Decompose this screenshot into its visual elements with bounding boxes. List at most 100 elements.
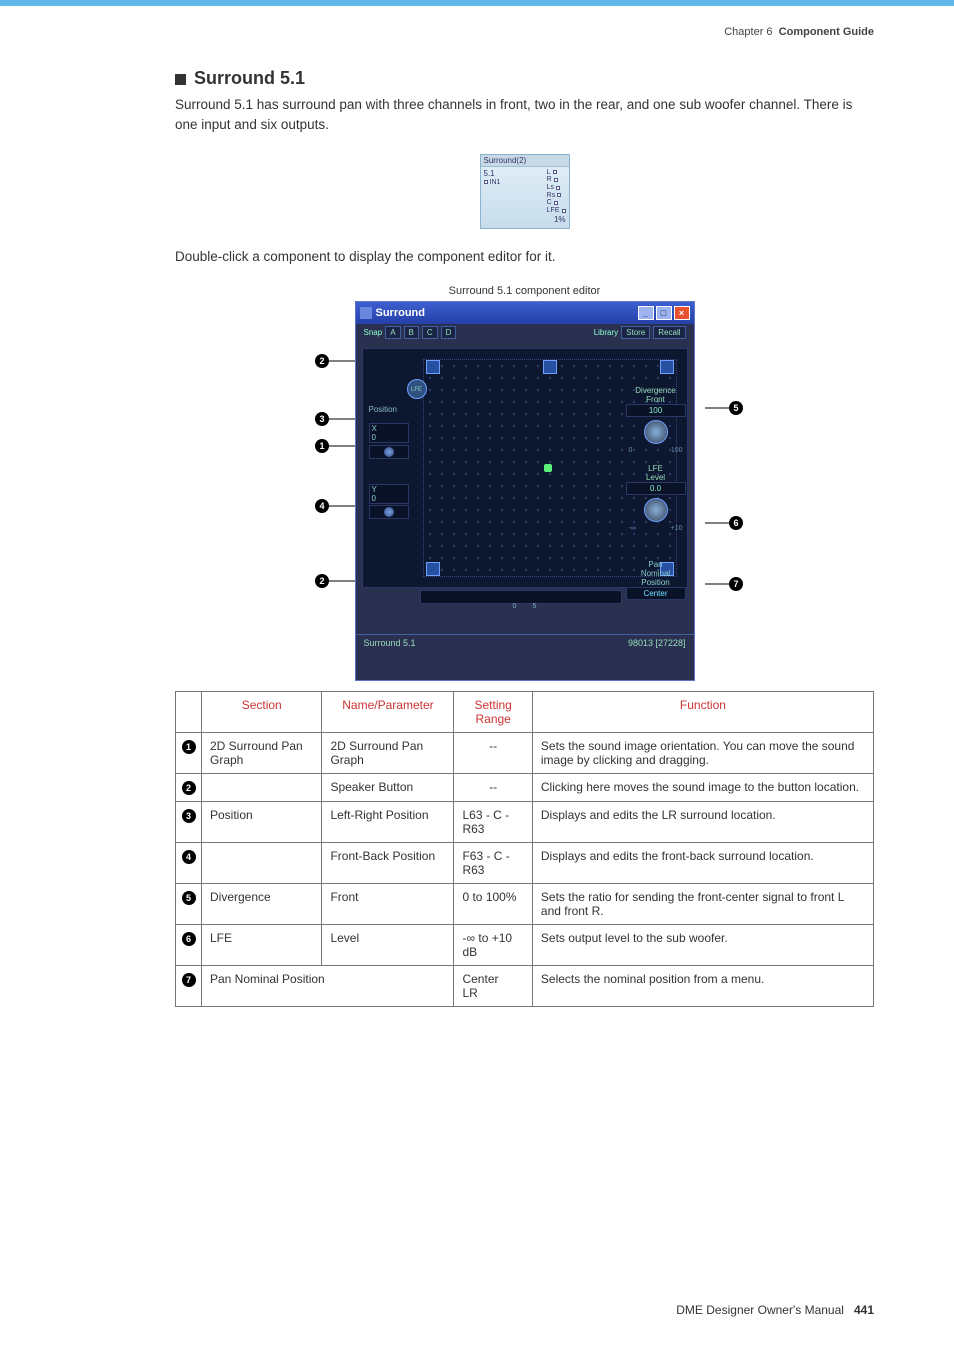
cell-range: 0 to 100% <box>454 883 532 924</box>
position-label: Position <box>369 405 397 414</box>
section-heading: Surround 5.1 <box>175 68 874 89</box>
component-sub: 5.1 <box>484 169 501 178</box>
square-bullet-icon <box>175 74 186 85</box>
input-port: IN1 <box>484 179 501 187</box>
speaker-ls-button[interactable] <box>426 562 440 576</box>
cell-function: Sets the ratio for sending the front-cen… <box>532 883 873 924</box>
cell-name: 2D Surround Pan Graph <box>322 732 454 773</box>
page-footer: DME Designer Owner's Manual 441 <box>676 1303 874 1317</box>
output-port: LFE <box>547 207 566 215</box>
minimize-button[interactable]: _ <box>638 306 654 320</box>
callout-2: 2 <box>315 354 329 368</box>
table-row: 4 Front-Back PositionF63 - C - R63Display… <box>176 842 874 883</box>
lfe-value: 0.0 <box>626 482 686 495</box>
snap-c[interactable]: C <box>422 326 438 339</box>
cell-section-name: Pan Nominal Position <box>202 965 454 1006</box>
row-number: 6 <box>176 924 202 965</box>
output-port: Ls <box>547 184 566 192</box>
row-number: 3 <box>176 801 202 842</box>
window-title: Surround <box>376 307 426 319</box>
table-row: 3PositionLeft-Right PositionL63 - C - R6… <box>176 801 874 842</box>
page-header: Chapter 6 Component Guide <box>0 6 954 38</box>
lfe-label: Level <box>626 473 686 482</box>
snap-b[interactable]: B <box>404 326 419 339</box>
section-title-text: Surround 5.1 <box>194 68 305 88</box>
callout-5: 5 <box>729 401 743 415</box>
output-port: C <box>547 199 566 207</box>
callout-2b: 2 <box>315 574 329 588</box>
status-bar: Surround 5.1 98013 [27228] <box>356 634 694 652</box>
cell-function: Displays and edits the front-back surrou… <box>532 842 873 883</box>
out-ls: Ls <box>547 184 554 192</box>
cell-section: LFE <box>202 924 322 965</box>
cell-name: Level <box>322 924 454 965</box>
output-port: L <box>547 169 566 177</box>
pnp-line2: Nominal <box>626 569 686 578</box>
divergence-block: Divergence Front 100 0100 <box>626 386 686 454</box>
table-row: 5DivergenceFront0 to 100%Sets the ratio … <box>176 883 874 924</box>
out-lfe: LFE <box>547 207 560 215</box>
cell-function: Clicking here moves the sound image to t… <box>532 773 873 801</box>
section-intro: Surround 5.1 has surround pan with three… <box>175 95 874 136</box>
input-label: IN1 <box>490 179 501 187</box>
cell-name: Front-Back Position <box>322 842 454 883</box>
cell-range: F63 - C - R63 <box>454 842 532 883</box>
editor-figure: 2 3 1 4 2 5 6 7 3 4 Surround _ □ × <box>175 301 874 681</box>
pos-x-slider[interactable] <box>369 445 409 459</box>
cell-function: Selects the nominal position from a menu… <box>532 965 873 1006</box>
cell-function: Displays and edits the LR surround locat… <box>532 801 873 842</box>
col-blank <box>176 691 202 732</box>
pan-nominal-select[interactable]: Center <box>626 587 686 600</box>
lfe-dial[interactable]: LFE <box>407 379 427 399</box>
divergence-knob[interactable] <box>644 420 668 444</box>
parameter-table: Section Name/Parameter Setting Range Fun… <box>175 691 874 1007</box>
sound-image-dot[interactable] <box>544 464 552 472</box>
cell-name: Left-Right Position <box>322 801 454 842</box>
table-row: 6LFELevel-∞ to +10 dBSets output level t… <box>176 924 874 965</box>
row-number: 1 <box>176 732 202 773</box>
manual-title: DME Designer Owner's Manual <box>676 1303 844 1317</box>
speaker-r-button[interactable] <box>660 360 674 374</box>
snap-d[interactable]: D <box>441 326 457 339</box>
recall-button[interactable]: Recall <box>653 326 685 339</box>
callout-7: 7 <box>729 577 743 591</box>
speaker-l-button[interactable] <box>426 360 440 374</box>
lfe-title: LFE <box>626 464 686 473</box>
speaker-c-button[interactable] <box>543 360 557 374</box>
snap-a[interactable]: A <box>385 326 400 339</box>
snap-label: Snap <box>364 328 383 337</box>
callout-1: 1 <box>315 439 329 453</box>
row-number: 7 <box>176 965 202 1006</box>
cell-section: 2D Surround Pan Graph <box>202 732 322 773</box>
cell-range: -∞ to +10 dB <box>454 924 532 965</box>
cell-section: Divergence <box>202 883 322 924</box>
cell-range: -- <box>454 773 532 801</box>
cell-section: Position <box>202 801 322 842</box>
editor-caption: Surround 5.1 component editor <box>175 285 874 297</box>
cell-section <box>202 842 322 883</box>
pos-y-slider[interactable] <box>369 505 409 519</box>
pan-nominal-block: Pan Nominal Position Center <box>626 560 686 600</box>
row-number: 2 <box>176 773 202 801</box>
col-function: Function <box>532 691 873 732</box>
component-title: Surround(2) <box>481 155 569 167</box>
window-titlebar[interactable]: Surround _ □ × <box>356 302 694 324</box>
cell-function: Sets output level to the sub woofer. <box>532 924 873 965</box>
dblclick-note: Double-click a component to display the … <box>175 247 874 267</box>
store-button[interactable]: Store <box>621 326 650 339</box>
col-name: Name/Parameter <box>322 691 454 732</box>
chapter-title: Component Guide <box>779 26 874 38</box>
row-number: 4 <box>176 842 202 883</box>
app-icon <box>360 307 372 319</box>
page-number: 441 <box>854 1303 874 1317</box>
component-bottom: 1% <box>547 215 566 224</box>
row-number: 5 <box>176 883 202 924</box>
lfe-knob[interactable] <box>644 498 668 522</box>
maximize-button[interactable]: □ <box>656 306 672 320</box>
pos-y-readout: Y0 <box>369 484 409 504</box>
cell-range: -- <box>454 732 532 773</box>
close-button[interactable]: × <box>674 306 690 320</box>
bottom-slider[interactable]: 0 5 <box>420 590 622 604</box>
table-row: 7Pan Nominal PositionCenterLRSelects the… <box>176 965 874 1006</box>
surround-editor-window: Surround _ □ × Snap A B C D Library <box>355 301 695 681</box>
